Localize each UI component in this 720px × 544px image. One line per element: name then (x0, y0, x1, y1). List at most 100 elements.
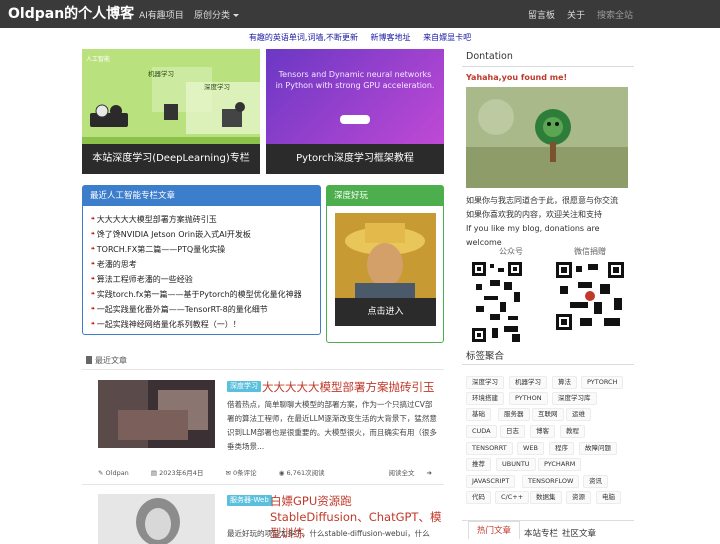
book-icon (86, 356, 92, 364)
tag-item[interactable]: 教程 (560, 425, 585, 438)
qr-code-icon (556, 262, 624, 330)
article-excerpt: 借着热点，简单聊聊大模型的部署方案，作为一个只搞过CV部署的算法工程师，在最近L… (227, 400, 437, 451)
tab-hot-articles[interactable]: 热门文章 (468, 521, 521, 539)
tag-item[interactable]: 资讯 (583, 475, 608, 488)
list-item[interactable]: 算法工程师老潘的一些经验 (91, 273, 320, 288)
list-item[interactable]: 大大大大大模型部署方案抛砖引玉 (91, 213, 320, 228)
nav-item-ai-projects[interactable]: AI有趣项目 (139, 8, 184, 21)
tag-item[interactable]: 环境搭建 (466, 392, 504, 405)
read-more-label: 阅读全文 (388, 469, 415, 477)
tag-item[interactable]: 互联网 (532, 408, 564, 421)
donation-line: 如果你与我志同道合于此，很愿意与你交流 (466, 196, 618, 205)
list-item[interactable]: 馋了馋NVIDIA Jetson Orin嵌入式AI开发板 (91, 228, 320, 243)
article-thumbnail[interactable] (98, 380, 215, 448)
category-tag[interactable]: 服务器-Web (227, 495, 272, 506)
banner-deep-learning[interactable]: 人工智能 机器学习 深度学习 本站深度学习(DeepLearning)专栏 (82, 49, 260, 174)
divider (82, 369, 444, 370)
list-item[interactable]: 一起实践神经网络量化系列教程（一）！ (91, 318, 320, 333)
tag-item[interactable]: JAVASCRIPT (466, 475, 516, 488)
banner-caption: Pytorch深度学习框架教程 (266, 144, 444, 174)
read-more-link[interactable]: 阅读全文 ➜ (388, 467, 432, 477)
tag-item[interactable]: TENSORRT (466, 442, 513, 455)
notice-link-gpu[interactable]: 来自嫖显卡吧 (423, 33, 471, 42)
tag-item[interactable]: TENSORFLOW (522, 475, 580, 488)
comments-meta: ✉ 0条评论 (225, 469, 257, 477)
tags-title: 标签聚合 (466, 351, 505, 362)
tag-item[interactable]: UBUNTU (496, 458, 536, 471)
notice-link-new-blog[interactable]: 新博客地址 (371, 33, 411, 42)
banner-caption: 本站深度学习(DeepLearning)专栏 (82, 144, 260, 174)
tag-item[interactable]: 代码 (466, 491, 491, 504)
notice-bar: 有趣的英语单词,词墙,不断更新 新博客地址 来自嫖显卡吧 (0, 32, 720, 43)
views-meta: ◉ 6,761次阅读 (278, 469, 325, 477)
tag-item[interactable]: 运维 (566, 408, 591, 421)
tab-site-columns[interactable]: 本站专栏 (524, 527, 558, 539)
top-nav: Oldpan的个人博客 AI有趣项目 原创分类 留言板 关于 搜索全站 (0, 0, 720, 28)
site-brand[interactable]: Oldpan的个人博客 (8, 3, 134, 23)
divider (82, 484, 444, 485)
tag-item[interactable]: 程序 (549, 442, 574, 455)
notice-link-words[interactable]: 有趣的英语单词,词墙,不断更新 (249, 33, 358, 42)
author-name[interactable]: Oldpan (106, 469, 129, 477)
search-input[interactable]: 搜索全站 (597, 8, 633, 21)
tag-item[interactable]: 博客 (530, 425, 555, 438)
easter-egg-text: Yahaha,you found me! (466, 73, 568, 82)
tag-item[interactable]: PYCHARM (538, 458, 582, 471)
tab-community-articles[interactable]: 社区文章 (562, 527, 596, 539)
list-item[interactable]: 老潘的思考 (91, 258, 320, 273)
donation-text: 如果你与我志同道合于此，很愿意与你交流 如果你喜欢我的内容，欢迎关注和支持 If… (466, 194, 634, 250)
nav-item-guestbook[interactable]: 留言板 (528, 8, 555, 21)
tag-item[interactable]: 日志 (500, 425, 525, 438)
latest-heading-label: 最近文章 (95, 356, 127, 365)
qr-code-icon (472, 262, 522, 342)
tag-item[interactable]: 算法 (552, 376, 577, 389)
list-item[interactable]: 实践torch.fx第一篇——基于Pytorch的模型优化量化神器 (91, 288, 320, 303)
tag-item[interactable]: 推荐 (466, 458, 491, 471)
donation-line: 如果你喜欢我的内容，欢迎关注和支持 (466, 210, 602, 219)
box-title: 最近人工智能专栏文章 (83, 186, 320, 206)
list-item[interactable]: TORCH.FX第二篇——PTQ量化实操 (91, 243, 320, 258)
comment-count[interactable]: 0条评论 (233, 469, 257, 477)
pytorch-headline: Tensors and Dynamic neural networks in P… (275, 70, 435, 90)
category-tag[interactable]: 深度学习 (227, 381, 261, 392)
tag-item[interactable]: CUDA (466, 425, 497, 438)
tag-item[interactable]: 机器学习 (509, 376, 547, 389)
recent-ai-list: 大大大大大模型部署方案抛砖引玉 馋了馋NVIDIA Jetson Orin嵌入式… (83, 206, 320, 333)
ai-illustration: 人工智能 机器学习 深度学习 (82, 49, 260, 144)
divider (462, 66, 634, 67)
tag-item[interactable]: 深度学习 (466, 376, 504, 389)
tag-item[interactable]: 服务器 (498, 408, 530, 421)
portrait-image (335, 213, 436, 303)
deep-fun-box: 深度好玩 点击进入 (326, 185, 444, 343)
view-count: 6,761次阅读 (286, 469, 325, 477)
banner-label-ml: 机器学习 (148, 69, 174, 78)
pytorch-get-started-button (340, 115, 370, 124)
article-meta: ✎ Oldpan ▤ 2023年6月4日 ✉ 0条评论 ◉ 6,761次阅读 阅… (98, 467, 432, 477)
date-meta: ▤ 2023年6月4日 (150, 469, 204, 477)
tag-item[interactable]: PYTORCH (581, 376, 624, 389)
post-date: 2023年6月4日 (159, 469, 204, 477)
banner-pytorch[interactable]: Tensors and Dynamic neural networks in P… (266, 49, 444, 174)
korok-image (466, 87, 628, 188)
enter-button[interactable]: 点击进入 (335, 298, 436, 326)
author-meta: ✎ Oldpan (98, 469, 129, 477)
tag-item[interactable]: C/C++ (495, 491, 530, 504)
article-thumbnail[interactable] (98, 494, 215, 544)
tag-item[interactable]: 基础 (466, 408, 491, 421)
tag-item[interactable]: PYTHON (509, 392, 548, 405)
box-title: 深度好玩 (327, 186, 443, 206)
tag-item[interactable]: 深度学习库 (552, 392, 597, 405)
article-title[interactable]: 大大大大大模型部署方案抛砖引玉 (262, 379, 435, 395)
tag-item[interactable]: 故障问题 (579, 442, 617, 455)
nav-item-original-categories[interactable]: 原创分类 (194, 8, 240, 21)
nav-item-about[interactable]: 关于 (567, 8, 585, 21)
divider (462, 364, 634, 365)
banner-label-dl: 深度学习 (204, 82, 230, 91)
article-excerpt: 最近好玩的项目太多了，什么stable-diffusion-webui，什么 (227, 529, 430, 538)
tag-item[interactable]: WEB (517, 442, 544, 455)
list-item[interactable]: 一起实践量化番外篇——TensorRT-8的量化细节 (91, 303, 320, 318)
tag-item[interactable]: 数据集 (530, 491, 562, 504)
tag-item[interactable]: 电脑 (596, 491, 621, 504)
tag-item[interactable]: 资源 (566, 491, 591, 504)
nav-item-label: 原创分类 (194, 11, 231, 21)
